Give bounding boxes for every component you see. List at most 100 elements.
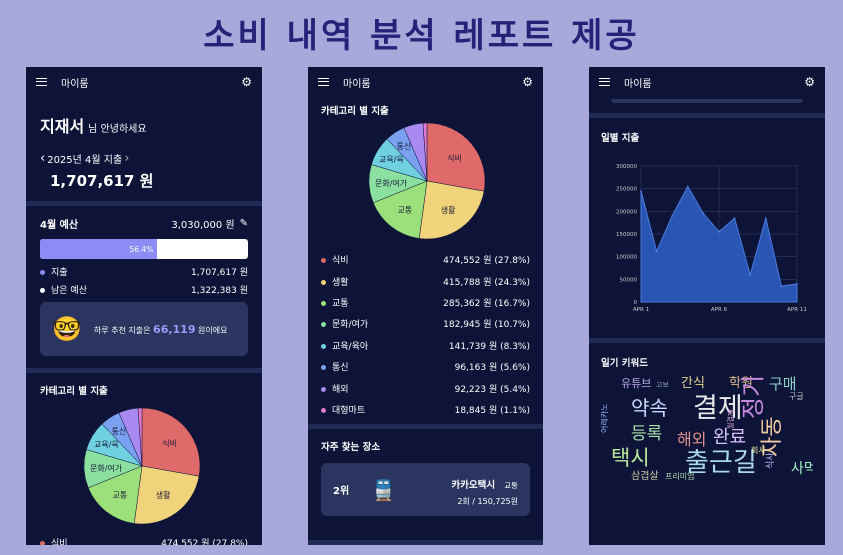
keyword: 정기 xyxy=(739,375,767,419)
pie-label: 문화/여가 xyxy=(375,178,408,188)
category-value: 18,845 원 (1.1%) xyxy=(454,405,530,416)
budget-progress-label: 56.4% xyxy=(129,244,154,254)
data-point xyxy=(655,250,658,253)
keyword: 사먹 xyxy=(791,461,813,477)
category-list: 식비 474,552 원 (27.8%) 생활 415,788 원 (24.3%) 교통… xyxy=(321,249,530,420)
app-bar: 마이룸 ⚙ xyxy=(308,67,543,97)
budget-value: 3,030,000 원 xyxy=(171,220,235,231)
category-name: 통신 xyxy=(332,363,349,374)
prev-month-icon[interactable]: ‹ xyxy=(40,151,45,166)
data-point xyxy=(749,274,751,276)
next-month-icon[interactable]: › xyxy=(124,151,129,166)
keyword: 식사 xyxy=(765,452,776,469)
keyword: 회사 xyxy=(751,446,766,455)
gear-icon[interactable]: ⚙ xyxy=(241,75,252,89)
row-dot xyxy=(321,365,326,371)
category-row[interactable]: 생활 415,788 원 (24.3%) xyxy=(321,270,530,291)
scroll-edge xyxy=(611,99,803,103)
keyword: 프리미엄 xyxy=(665,471,694,481)
user-name: 지재서 xyxy=(40,117,85,136)
category-row[interactable]: 문화/여가 182,945 원 (10.7%) xyxy=(321,313,530,334)
category-value: 474,552 원 (27.8%) xyxy=(443,256,530,267)
pie-label: 통신 xyxy=(397,142,412,151)
place-card[interactable]: 2위 🚆 카카오택시 교통 2회 / 150,725원 xyxy=(321,463,530,517)
category-row[interactable]: 식비 474,552 원 (27.8%) xyxy=(321,249,530,270)
keyword: 월결제 xyxy=(726,410,735,429)
gear-icon[interactable]: ⚙ xyxy=(522,75,533,89)
pie-label: 식비 xyxy=(447,154,462,163)
category-row[interactable]: 교육/육아 141,739 원 (8.3%) xyxy=(321,335,530,356)
recommend-value: 66,119 xyxy=(153,322,196,336)
greeting: 님 안녕하세요 xyxy=(88,124,147,135)
daily-area-chart: 0 50000 100000 150000 200000 250000 300000 APR … xyxy=(616,164,807,313)
category-name: 식비 xyxy=(332,256,349,267)
keyword: 완료 xyxy=(713,427,746,448)
category-name: 교통 xyxy=(332,298,349,309)
remain-value: 1,322,383 원 xyxy=(191,286,248,296)
gear-icon[interactable]: ⚙ xyxy=(804,75,815,89)
keyword-cloud: 유튜브 간식 학원 구매고보약속 결제정기등록택시해외 완료출근길자동삼겹살 프리미엄어레카… xyxy=(601,375,813,482)
keyword: 출근길 xyxy=(685,448,757,478)
menu-icon[interactable] xyxy=(318,78,329,86)
x-tick-label: APR 1 xyxy=(633,307,649,313)
data-point xyxy=(796,283,798,285)
y-tick-label: 300000 xyxy=(616,164,637,170)
app-name: 마이룸 xyxy=(624,78,652,90)
data-point xyxy=(687,185,689,188)
edit-icon[interactable]: ✎ xyxy=(240,218,248,229)
category-value: 141,739 원 (8.3%) xyxy=(448,341,530,352)
frequent-title: 자주 찾는 장소 xyxy=(321,442,381,454)
category-row[interactable]: 대형마트 18,845 원 (1.1%) xyxy=(321,399,530,420)
keyword: 고보 xyxy=(656,381,669,389)
category-name: 교육/육아 xyxy=(332,341,369,352)
data-point xyxy=(733,217,736,219)
category-pie-chart: 식비생활 교통 문화/여가 교육/육 통신 xyxy=(368,123,486,240)
category-name: 해외 xyxy=(332,384,349,395)
recommend-suffix: 원이에요 xyxy=(198,325,228,335)
category-row[interactable]: 해외 92,223 원 (5.4%) xyxy=(321,377,530,398)
category-value: 92,223 원 (5.4%) xyxy=(454,384,530,395)
recommend-prefix: 하루 추천 지출은 xyxy=(93,325,151,335)
glasses-emoji-icon: 🤓 xyxy=(52,315,82,343)
y-tick-label: 0 xyxy=(634,300,638,306)
category-row[interactable]: 통신 96,163 원 (5.6%) xyxy=(321,356,530,377)
pie-label: 생활 xyxy=(156,490,171,500)
row-dot xyxy=(321,386,326,392)
y-tick-label: 150000 xyxy=(616,232,637,238)
keyword: 유튜브 xyxy=(621,377,651,390)
menu-icon[interactable] xyxy=(599,78,610,86)
pie-label: 교통 xyxy=(398,205,413,214)
spend-dot xyxy=(40,270,45,275)
budget-label: 4월 예산 xyxy=(40,220,79,231)
pie-label: 문화/여가 xyxy=(90,463,123,473)
category-row[interactable]: 교통 285,362 원 (16.7%) xyxy=(321,292,530,313)
x-tick-label: APR 6 xyxy=(711,307,728,313)
month-label: 2025년 4월 지출 xyxy=(47,155,123,166)
train-icon: 🚆 xyxy=(371,477,397,502)
menu-icon[interactable] xyxy=(36,78,47,86)
app-name: 마이룸 xyxy=(343,78,371,90)
keyword: 구글 xyxy=(789,392,804,401)
keyword: 구매 xyxy=(769,375,797,393)
pie-label: 교육/육 xyxy=(379,155,404,164)
y-tick-label: 250000 xyxy=(616,187,637,193)
row-dot xyxy=(321,407,326,413)
place-stats: 2회 / 150,725원 xyxy=(457,496,518,506)
category-pie-chart: 식비생활 교통 문화/여가 교육/육 통신 xyxy=(83,407,201,525)
recommend-card: 🤓 하루 추천 지출은 66,119 원이에요 xyxy=(40,302,248,356)
keyword: 어레카노 xyxy=(601,404,609,433)
row-dot xyxy=(321,343,326,349)
daily-title: 일별 지출 xyxy=(601,133,640,144)
data-point xyxy=(671,215,673,217)
row-dot xyxy=(321,279,326,285)
keyword: 등록 xyxy=(631,424,662,444)
category-value: 96,163 원 (5.6%) xyxy=(454,363,530,374)
phone-categories: 마이룸 ⚙ 카테고리 별 지출 식비 생활 교통 문화/여가 교육/육 통신 식비 474,… xyxy=(308,67,543,545)
category-value: 415,788 원 (24.3%) xyxy=(443,277,530,288)
data-point xyxy=(640,190,642,192)
row-dot xyxy=(321,300,326,306)
spend-label: 지출 xyxy=(51,268,68,278)
category-title: 카테고리 별 지출 xyxy=(321,106,389,117)
phone-home: 마이룸 ⚙ 지재서 님 안녕하세요 ‹ 2025년 4월 지출 › 1,707,… xyxy=(26,67,262,545)
place-rank: 2위 xyxy=(333,486,350,498)
